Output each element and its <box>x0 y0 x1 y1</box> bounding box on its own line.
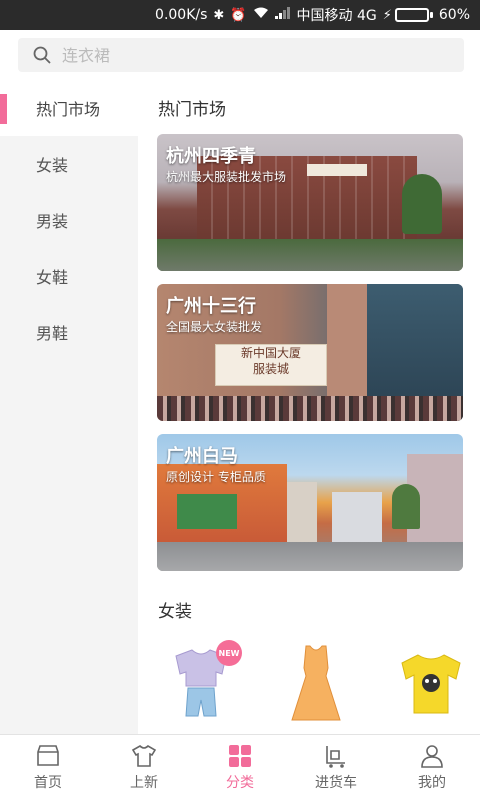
sidebar-item-label: 女鞋 <box>36 268 69 287</box>
sidebar-item-label: 女装 <box>36 156 69 175</box>
tab-label: 首页 <box>34 775 62 791</box>
shop-icon <box>37 745 59 766</box>
search-input[interactable] <box>62 45 422 65</box>
market-description: 杭州最大服装批发市场 <box>166 170 287 184</box>
tab-label: 我的 <box>418 775 446 791</box>
market-name: 广州白马 <box>166 446 238 467</box>
section-title-women: 女装 <box>158 601 192 622</box>
tab-label: 上新 <box>130 775 158 791</box>
main-content: 热门市场 杭州四季青 杭州最大服装批发市场 新中国大厦 服装城 广州十三行 全国… <box>138 80 480 734</box>
user-icon <box>421 745 443 768</box>
sidebar-item-label: 男装 <box>36 212 69 231</box>
market-name: 杭州四季青 <box>166 146 256 167</box>
status-bar: 0.00K/s ✱ ⏰ 中国移动 4G ⚡ 60% <box>0 0 480 30</box>
tab-cart[interactable]: 进货车 <box>288 735 384 800</box>
market-description: 原创设计 专柜品质 <box>166 470 266 484</box>
cart-icon <box>326 746 345 768</box>
orange-dress-image <box>291 645 341 721</box>
market-name: 广州十三行 <box>166 296 256 317</box>
yellow-tshirt-image <box>401 654 461 714</box>
charging-icon: ⚡ <box>382 7 392 23</box>
bluetooth-icon: ✱ <box>213 7 225 23</box>
sidebar-item-women-shoes[interactable]: 女鞋 <box>0 248 138 304</box>
tab-label: 分类 <box>226 775 254 791</box>
grid-icon <box>229 745 251 767</box>
network-speed: 0.00K/s <box>155 7 208 23</box>
building-sign-line2: 服装城 <box>252 362 289 376</box>
sidebar-item-label: 男鞋 <box>36 324 69 343</box>
tab-profile[interactable]: 我的 <box>384 735 480 800</box>
building-sign-line1: 新中国大厦 <box>240 346 301 360</box>
market-card-guangzhou-shisanhang[interactable]: 新中国大厦 服装城 广州十三行 全国最大女装批发 <box>157 284 463 421</box>
sidebar-item-men-shoes[interactable]: 男鞋 <box>0 304 138 360</box>
sidebar-item-men[interactable]: 男装 <box>0 192 138 248</box>
product-item[interactable] <box>273 636 359 732</box>
bottom-tab-bar: 首页 上新 分类 进货车 我的 <box>0 734 480 800</box>
tab-home[interactable]: 首页 <box>0 735 96 800</box>
section-title-hot-market: 热门市场 <box>158 99 226 120</box>
search-icon <box>33 46 51 64</box>
carrier-label: 中国移动 4G <box>296 8 377 24</box>
market-card-hangzhou-sijiqing[interactable]: 杭州四季青 杭州最大服装批发市场 <box>157 134 463 271</box>
sidebar-item-label: 热门市场 <box>36 100 101 119</box>
alarm-icon: ⏰ <box>230 7 247 23</box>
sidebar-item-women[interactable]: 女装 <box>0 136 138 192</box>
new-badge: NEW <box>216 640 242 666</box>
shirt-icon <box>131 745 157 767</box>
category-sidebar: 热门市场 女装 男装 女鞋 男鞋 <box>0 80 138 734</box>
search-bar <box>0 30 480 80</box>
tab-categories[interactable]: 分类 <box>192 735 288 800</box>
battery-percent: 60% <box>438 7 470 23</box>
search-box[interactable] <box>18 38 464 72</box>
wifi-icon <box>253 7 269 23</box>
market-card-guangzhou-baima[interactable]: 广州白马 原创设计 专柜品质 <box>157 434 463 571</box>
product-item[interactable]: NEW <box>158 636 244 732</box>
product-list: NEW <box>138 636 480 732</box>
tab-label: 进货车 <box>315 775 357 791</box>
market-description: 全国最大女装批发 <box>166 320 263 334</box>
sidebar-item-hot-market[interactable]: 热门市场 <box>0 80 138 136</box>
battery-indicator: ⚡ <box>383 8 433 23</box>
tab-new-arrivals[interactable]: 上新 <box>96 735 192 800</box>
signal-icon <box>274 7 291 23</box>
product-item[interactable] <box>388 636 474 732</box>
